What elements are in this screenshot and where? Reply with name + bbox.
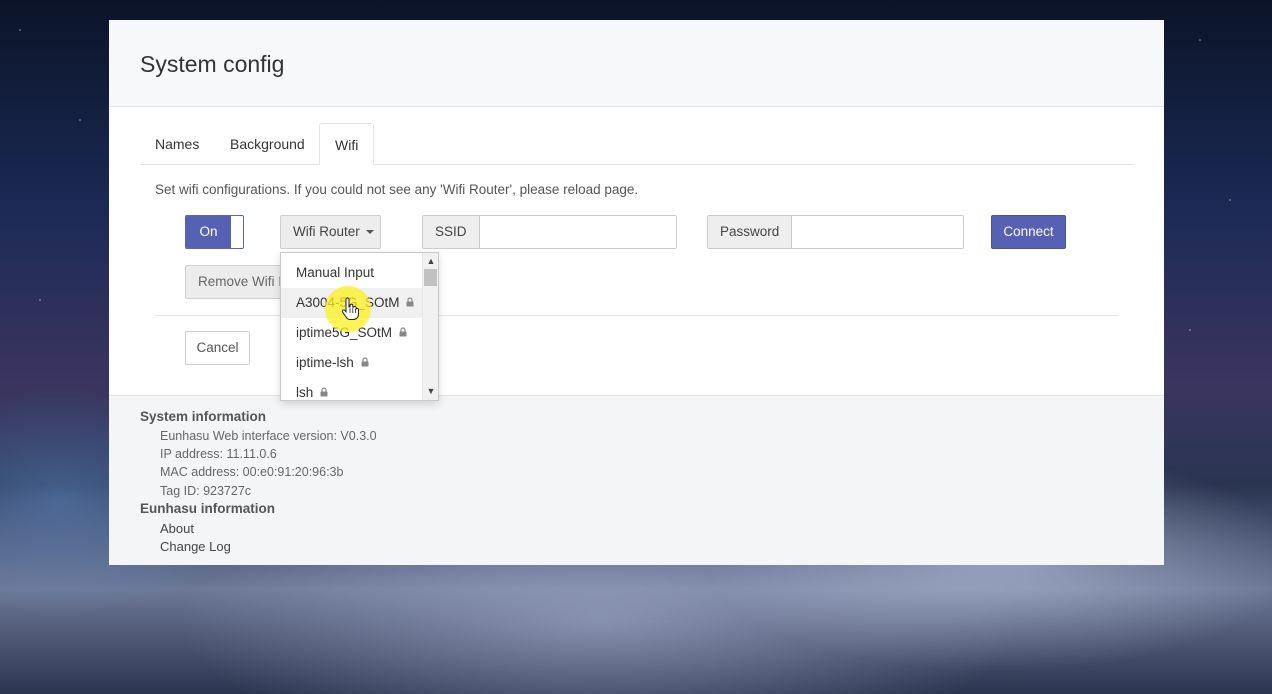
password-group: Password bbox=[707, 215, 965, 249]
tab-background[interactable]: Background bbox=[215, 123, 320, 165]
scrollbar-thumb[interactable] bbox=[424, 269, 437, 286]
dropdown-item-label: iptime5G_SOtM bbox=[296, 325, 393, 340]
wifi-router-label: Wifi Router bbox=[293, 224, 360, 239]
password-label: Password bbox=[707, 215, 792, 249]
scroll-up-icon[interactable]: ▲ bbox=[426, 256, 436, 266]
dropdown-item-label: lsh bbox=[296, 385, 314, 400]
ssid-input[interactable] bbox=[478, 215, 677, 249]
cancel-button[interactable]: Cancel bbox=[185, 331, 250, 365]
lock-icon bbox=[399, 327, 407, 337]
dropdown-item-label: Manual Input bbox=[296, 265, 375, 280]
change-log-link[interactable]: Change Log bbox=[160, 539, 231, 554]
ip-address-text: IP address: 11.11.0.6 bbox=[160, 447, 277, 461]
mac-address-text: MAC address: 00:e0:91:20:96:3b bbox=[160, 465, 344, 479]
dropdown-item-lsh[interactable]: lsh bbox=[281, 378, 422, 400]
password-input[interactable] bbox=[791, 215, 965, 249]
dropdown-scrollbar[interactable]: ▲ ▼ bbox=[422, 253, 438, 400]
remove-wifi-button[interactable]: Remove Wifi In bbox=[185, 265, 295, 299]
lock-icon bbox=[406, 297, 414, 307]
dropdown-item-label: A3004-5G_SOtM bbox=[296, 295, 400, 310]
connect-button[interactable]: Connect bbox=[991, 215, 1066, 249]
dropdown-item-label: iptime-lsh bbox=[296, 355, 354, 370]
ssid-group: SSID bbox=[422, 215, 677, 249]
wifi-description: Set wifi configurations. If you could no… bbox=[155, 182, 639, 197]
modal-title: System config bbox=[140, 51, 285, 77]
caret-down-icon bbox=[365, 230, 374, 235]
system-information-heading: System information bbox=[140, 409, 267, 424]
tag-id-text: Tag ID: 923727c bbox=[160, 484, 252, 498]
lock-icon bbox=[361, 357, 369, 367]
version-text: Eunhasu Web interface version: V0.3.0 bbox=[160, 429, 377, 443]
dropdown-item-iptime-lsh[interactable]: iptime-lsh bbox=[281, 348, 422, 378]
modal-header: System config bbox=[109, 20, 1164, 107]
modal-footer: System information Eunhasu Web interface… bbox=[109, 395, 1164, 565]
about-link[interactable]: About bbox=[160, 521, 194, 536]
lock-icon bbox=[320, 387, 328, 397]
tab-names[interactable]: Names bbox=[140, 123, 214, 165]
dropdown-item-manual-input[interactable]: Manual Input bbox=[281, 258, 422, 288]
ssid-label: SSID bbox=[422, 215, 479, 249]
scroll-down-icon[interactable]: ▼ bbox=[426, 386, 436, 396]
eunhasu-information-heading: Eunhasu information bbox=[140, 501, 275, 516]
dropdown-item-iptime5g-sotm[interactable]: iptime5G_SOtM bbox=[281, 318, 422, 348]
tab-wifi[interactable]: Wifi bbox=[319, 123, 375, 165]
dropdown-item-a3004-5g-sotm[interactable]: A3004-5G_SOtM bbox=[281, 288, 422, 318]
toggle-on-label: On bbox=[186, 216, 231, 248]
wifi-router-dropdown-button[interactable]: Wifi Router bbox=[280, 215, 381, 249]
wifi-router-dropdown-menu: Manual Input A3004-5G_SOtM iptime5G_SOtM… bbox=[280, 252, 439, 401]
system-config-modal: System config Names Background Wifi Set … bbox=[109, 20, 1164, 565]
wifi-toggle[interactable]: On bbox=[185, 215, 244, 249]
tab-bar: Names Background Wifi bbox=[140, 123, 1133, 165]
